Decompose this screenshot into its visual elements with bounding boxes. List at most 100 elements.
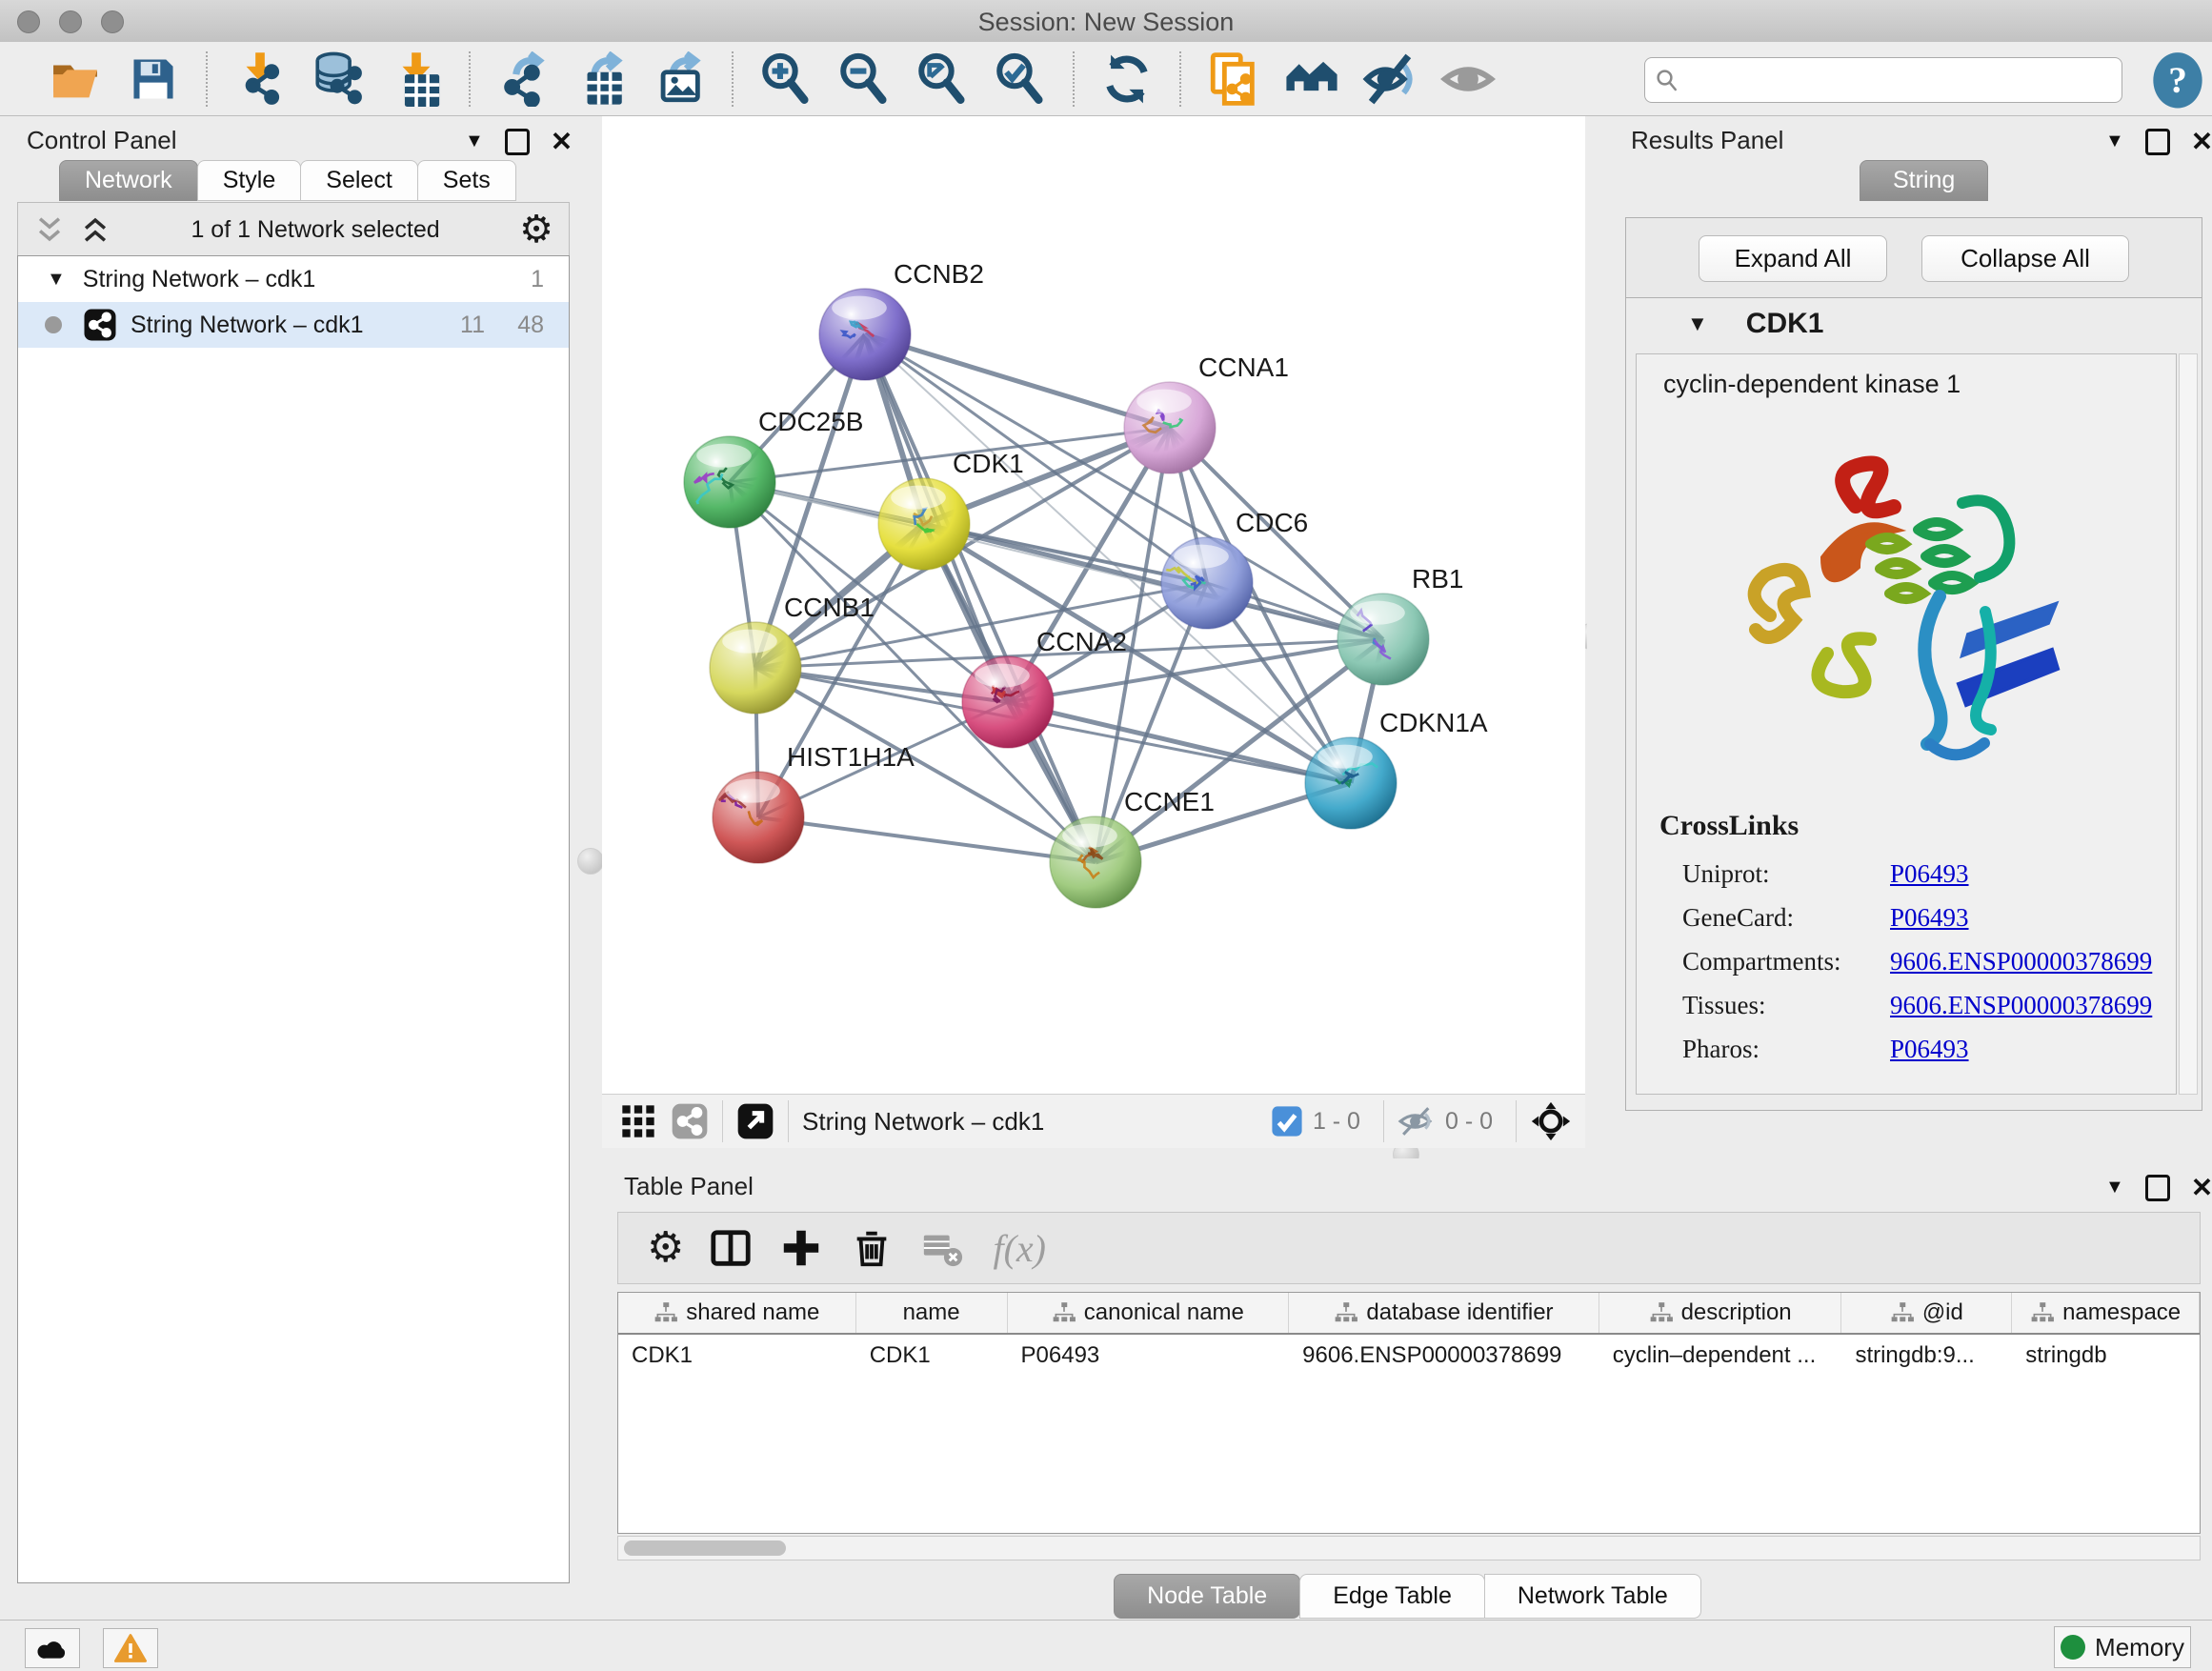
network-item-row[interactable]: String Network – cdk1 11 48 (18, 302, 569, 348)
gene-collapse-icon[interactable]: ▼ (1687, 312, 1708, 336)
grid-view-icon[interactable] (619, 1102, 657, 1140)
results-scrollbar[interactable] (2179, 353, 2198, 1095)
import-table-icon[interactable] (389, 51, 444, 107)
tab-node-table[interactable]: Node Table (1114, 1574, 1300, 1619)
table-panel-close-icon[interactable]: ✕ (2191, 1172, 2212, 1203)
cell-2[interactable]: P06493 (1008, 1335, 1290, 1377)
results-section: ▼ CDK1 cyclin-dependent kinase 1 (1625, 297, 2202, 1111)
warning-button[interactable] (103, 1628, 158, 1668)
table-hscrollbar[interactable] (617, 1536, 2201, 1560)
column-header-shared-name[interactable]: shared name (618, 1293, 856, 1333)
add-column-icon[interactable] (779, 1226, 823, 1270)
help-button[interactable]: ? (2151, 51, 2204, 109)
tab-edge-table[interactable]: Edge Table (1299, 1574, 1485, 1619)
zoom-fit-icon[interactable] (915, 51, 970, 107)
tab-network[interactable]: Network (59, 160, 198, 201)
crosslink-value-link[interactable]: P06493 (1890, 1027, 1969, 1071)
houses-icon[interactable] (1284, 51, 1339, 107)
refresh-icon[interactable] (1099, 51, 1155, 107)
cell-4[interactable]: cyclin–dependent ... (1599, 1335, 1842, 1377)
table-settings-gear-icon[interactable]: ⚙ (647, 1227, 684, 1269)
node-CDK1[interactable]: CDK1 (878, 449, 1024, 570)
node-RB1[interactable]: RB1 (1337, 564, 1463, 685)
column-header-name[interactable]: name (856, 1293, 1008, 1333)
show-columns-icon[interactable] (709, 1226, 753, 1270)
table-panel-menu-icon[interactable]: ▼ (2105, 1177, 2124, 1198)
table-hscrollbar-thumb[interactable] (624, 1540, 786, 1556)
crosslink-value-link[interactable]: P06493 (1890, 896, 1969, 939)
show-all-icon[interactable] (1440, 51, 1496, 107)
network-options-gear-icon[interactable]: ⚙ (519, 211, 553, 249)
column-header-database-identifier[interactable]: database identifier (1289, 1293, 1599, 1333)
save-session-icon[interactable] (126, 51, 181, 107)
gene-section-header[interactable]: ▼ CDK1 (1626, 298, 2202, 350)
network-collection-row[interactable]: ▼ String Network – cdk1 1 (18, 256, 569, 302)
selected-checkbox-icon[interactable] (1271, 1105, 1303, 1137)
tab-select[interactable]: Select (300, 160, 417, 201)
collection-collapse-icon[interactable]: ▼ (47, 269, 66, 291)
table-row[interactable]: CDK1CDK1P064939606.ENSP00000378699cyclin… (618, 1335, 2200, 1377)
export-image-icon[interactable] (652, 51, 707, 107)
results-panel-float-icon[interactable] (2145, 129, 2170, 155)
zoom-in-icon[interactable] (758, 51, 814, 107)
node-CCNA1[interactable]: CCNA1 (1124, 352, 1289, 473)
expand-all-networks-icon[interactable] (33, 213, 66, 246)
import-network-icon[interactable] (232, 51, 288, 107)
column-header--id[interactable]: @id (1841, 1293, 2012, 1333)
control-panel-menu-icon[interactable]: ▼ (465, 131, 484, 152)
control-panel-float-icon[interactable] (505, 129, 530, 155)
cloud-button[interactable] (25, 1628, 80, 1668)
cell-6[interactable]: stringdb (2012, 1335, 2200, 1377)
crosslink-value-link[interactable]: 9606.ENSP00000378699 (1890, 983, 2152, 1027)
left-splitter-handle[interactable] (577, 848, 604, 875)
table-panel-float-icon[interactable] (2145, 1175, 2170, 1201)
results-panel-menu-icon[interactable]: ▼ (2105, 131, 2124, 152)
node-label-CCNA1: CCNA1 (1198, 352, 1289, 382)
node-CDC25B[interactable]: CDC25B (684, 407, 863, 528)
crosslink-value-link[interactable]: P06493 (1890, 852, 1969, 896)
node-CCNE1[interactable]: CCNE1 (1050, 787, 1215, 908)
node-HIST1H1A[interactable]: HIST1H1A (713, 742, 915, 863)
cell-3[interactable]: 9606.ENSP00000378699 (1289, 1335, 1599, 1377)
detach-view-icon[interactable] (736, 1102, 774, 1140)
zoom-selected-icon[interactable] (993, 51, 1048, 107)
crosslink-value-link[interactable]: 9606.ENSP00000378699 (1890, 939, 2152, 983)
crosslinks-title: CrossLinks (1659, 810, 1799, 842)
search-input[interactable] (1689, 66, 2122, 94)
results-panel: Results Panel ▼ ✕ String Expand All Coll… (1587, 116, 2212, 1158)
search-box[interactable] (1644, 57, 2122, 103)
column-header-namespace[interactable]: namespace (2012, 1293, 2200, 1333)
tab-string[interactable]: String (1860, 160, 1988, 201)
clone-network-icon[interactable] (1206, 51, 1261, 107)
expand-all-button[interactable]: Expand All (1699, 235, 1887, 282)
cell-5[interactable]: stringdb:9... (1841, 1335, 2012, 1377)
cell-1[interactable]: CDK1 (856, 1335, 1008, 1377)
node-table[interactable]: shared namenamecanonical namedatabase id… (617, 1292, 2201, 1534)
export-network-icon[interactable] (495, 51, 551, 107)
birds-eye-icon[interactable] (1530, 1100, 1572, 1142)
zoom-out-icon[interactable] (836, 51, 892, 107)
export-table-icon[interactable] (573, 51, 629, 107)
collapse-all-networks-icon[interactable] (79, 213, 111, 246)
edge-CCNB2-CCNA1[interactable] (865, 334, 1170, 428)
node-CDKN1A[interactable]: CDKN1A (1305, 708, 1488, 829)
open-session-icon[interactable] (48, 51, 103, 107)
tab-style[interactable]: Style (197, 160, 302, 201)
tab-sets[interactable]: Sets (417, 160, 516, 201)
results-panel-close-icon[interactable]: ✕ (2191, 126, 2212, 157)
tab-network-table[interactable]: Network Table (1484, 1574, 1701, 1619)
node-CDC6[interactable]: CDC6 (1161, 508, 1308, 629)
collapse-all-button[interactable]: Collapse All (1921, 235, 2129, 282)
edge-HIST1H1A-CCNE1[interactable] (758, 817, 1096, 862)
delete-column-icon[interactable] (850, 1226, 894, 1270)
memory-button[interactable]: Memory (2054, 1626, 2191, 1668)
import-database-icon[interactable] (311, 51, 366, 107)
control-panel-close-icon[interactable]: ✕ (551, 126, 573, 157)
column-header-canonical-name[interactable]: canonical name (1008, 1293, 1290, 1333)
column-header-description[interactable]: description (1599, 1293, 1842, 1333)
network-badge-gray-icon[interactable] (671, 1102, 709, 1140)
edge-CCNB2-CCNE1[interactable] (865, 334, 1096, 862)
hide-selected-icon[interactable] (1362, 51, 1418, 107)
cell-0[interactable]: CDK1 (618, 1335, 856, 1377)
network-canvas[interactable]: CCNB2 CCNA1 CDC25B CDK1 CDC6 RB1 CCNB1 C… (602, 116, 1585, 1094)
